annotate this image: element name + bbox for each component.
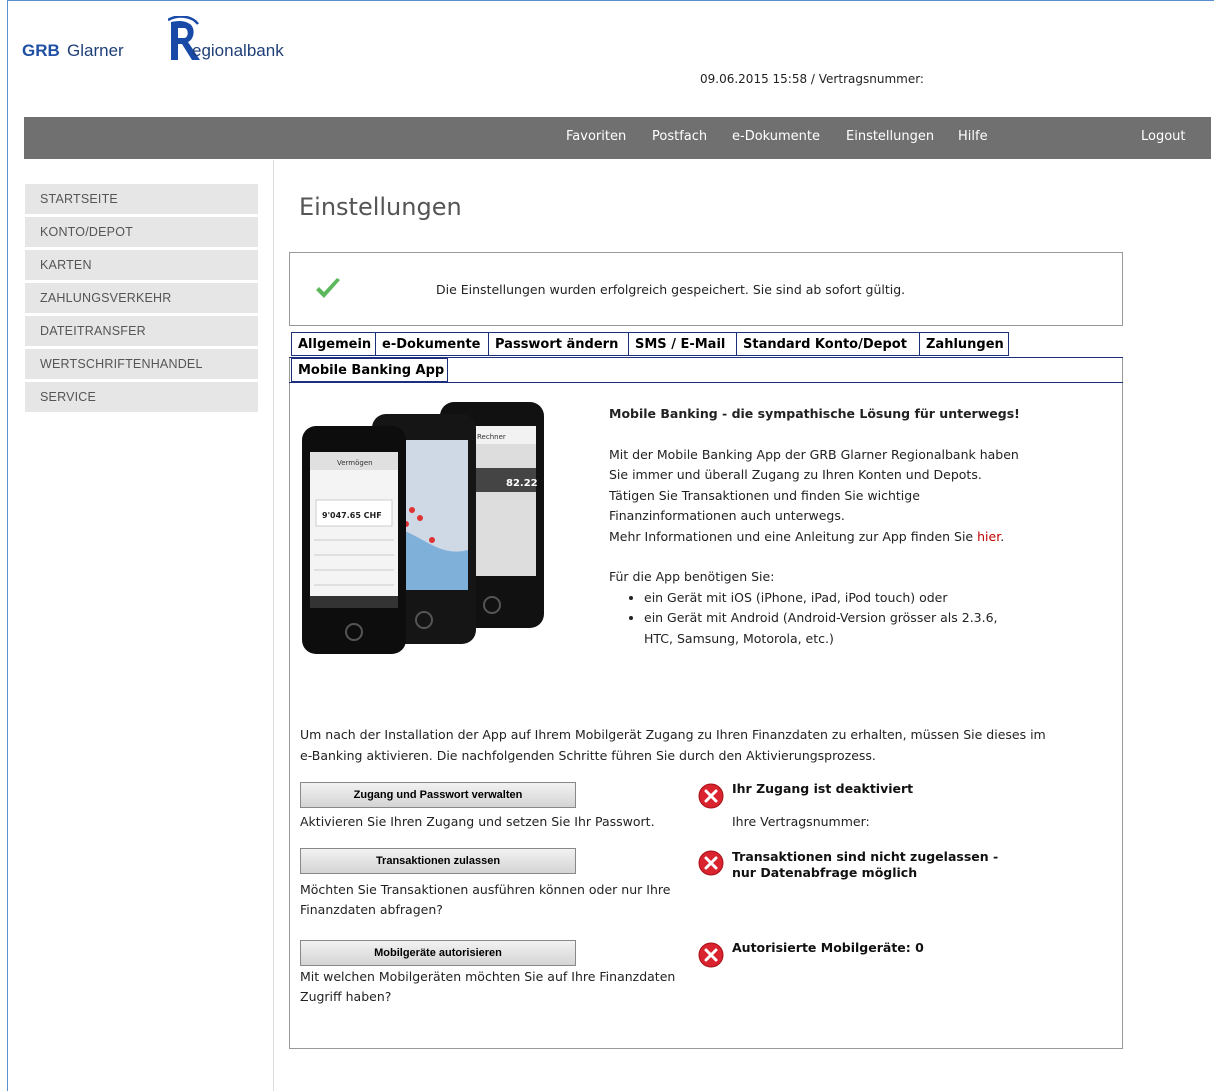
tab-allgemein[interactable]: Allgemein (291, 332, 376, 356)
phone3-value: 82.22 (506, 478, 538, 489)
tab-zahlungen[interactable]: Zahlungen (919, 332, 1009, 356)
mobilgeraete-button[interactable]: Mobilgeräte autorisieren (300, 940, 576, 966)
sidebar: STARTSEITE KONTO/DEPOT KARTEN ZAHLUNGSVE… (25, 184, 258, 415)
zugang-passwort-button[interactable]: Zugang und Passwort verwalten (300, 782, 576, 808)
mobilgeraete-description: Mit welchen Mobilgeräten möchten Sie auf… (300, 969, 676, 1004)
requirements-label: Für die App benötigen Sie: (609, 569, 775, 584)
zugang-status: Ihr Zugang ist deaktiviert (732, 781, 914, 796)
window-frame-left (7, 0, 8, 1091)
sidebar-item-zahlungsverkehr[interactable]: ZAHLUNGSVERKEHR (25, 283, 258, 313)
date-contract-info: 09.06.2015 15:58 / Vertragsnummer: (700, 72, 924, 86)
sidebar-item-wertschriftenhandel[interactable]: WERTSCHRIFTENHANDEL (25, 349, 258, 379)
transaktionen-description: Möchten Sie Transaktionen ausführen könn… (300, 882, 671, 917)
success-notice: Die Einstellungen wurden erfolgreich ges… (289, 252, 1123, 326)
success-message: Die Einstellungen wurden erfolgreich ges… (436, 282, 906, 297)
zugang-description: Aktivieren Sie Ihren Zugang und setzen S… (300, 814, 655, 829)
requirement-ios: ein Gerät mit iOS (iPhone, iPad, iPod to… (644, 588, 1029, 609)
logo-grb: GRB (22, 41, 60, 60)
tab-standard-konto-depot[interactable]: Standard Konto/Depot (736, 332, 920, 356)
requirements-list: ein Gerät mit iOS (iPhone, iPad, iPod to… (609, 588, 1029, 650)
tab-passwort-aendern[interactable]: Passwort ändern (488, 332, 629, 356)
sidebar-item-dateitransfer[interactable]: DATEITRANSFER (25, 316, 258, 346)
tab-mobile-banking-app[interactable]: Mobile Banking App (291, 358, 448, 382)
tab-sms-email[interactable]: SMS / E-Mail (628, 332, 737, 356)
tab-e-dokumente[interactable]: e-Dokumente (375, 332, 489, 356)
top-navigation: Favoriten Postfach e-Dokumente Einstellu… (24, 117, 1211, 159)
activation-instructions: Um nach der Installation der App auf Ihr… (300, 727, 1046, 763)
nav-einstellungen[interactable]: Einstellungen (846, 129, 934, 144)
nav-hilfe[interactable]: Hilfe (958, 129, 988, 144)
intro-paragraph: Mit der Mobile Banking App der GRB Glarn… (609, 446, 1019, 524)
window-frame-top (7, 0, 1214, 1)
error-icon (698, 850, 724, 876)
phone1-screen-title: Vermögen (337, 459, 373, 467)
content-divider (273, 160, 274, 1091)
logo-regionalbank: egionalbank (192, 41, 284, 60)
logo-glarner: Glarner (67, 41, 124, 60)
sidebar-item-konto-depot[interactable]: KONTO/DEPOT (25, 217, 258, 247)
vertragsnummer-label: Ihre Vertragsnummer: (732, 814, 870, 829)
nav-e-dokumente[interactable]: e-Dokumente (732, 129, 820, 144)
sidebar-item-karten[interactable]: KARTEN (25, 250, 258, 280)
requirement-android: ein Gerät mit Android (Android-Version g… (644, 608, 1029, 649)
page-title: Einstellungen (299, 193, 462, 221)
error-icon (698, 942, 724, 968)
error-icon (698, 783, 724, 809)
hier-link[interactable]: hier (977, 529, 1000, 544)
intro-more-info-text: Mehr Informationen und eine Anleitung zu… (609, 528, 974, 544)
nav-favoriten[interactable]: Favoriten (566, 129, 626, 144)
transaktionen-button[interactable]: Transaktionen zulassen (300, 848, 576, 874)
mobile-app-phones-image: Rechner 82.22 Vermögen 9'047.65 CHF (302, 402, 544, 654)
intro-more-info: Mehr Informationen und eine Anleitung zu… (609, 528, 1005, 544)
nav-logout[interactable]: Logout (1141, 129, 1186, 144)
mobilgeraete-status: Autorisierte Mobilgeräte: 0 (732, 940, 924, 955)
transaktionen-status: Transaktionen sind nicht zugelassen - nu… (732, 849, 999, 880)
phone1-amount: 9'047.65 CHF (322, 511, 382, 520)
intro-headline: Mobile Banking - die sympathische Lösung… (609, 406, 1020, 421)
sidebar-item-startseite[interactable]: STARTSEITE (25, 184, 258, 214)
checkmark-icon (316, 278, 340, 298)
sidebar-item-service[interactable]: SERVICE (25, 382, 258, 412)
nav-postfach[interactable]: Postfach (652, 129, 707, 144)
phone3-screen-title: Rechner (477, 433, 506, 441)
mobile-banking-intro: Mobile Banking - die sympathische Lösung… (609, 404, 1029, 649)
